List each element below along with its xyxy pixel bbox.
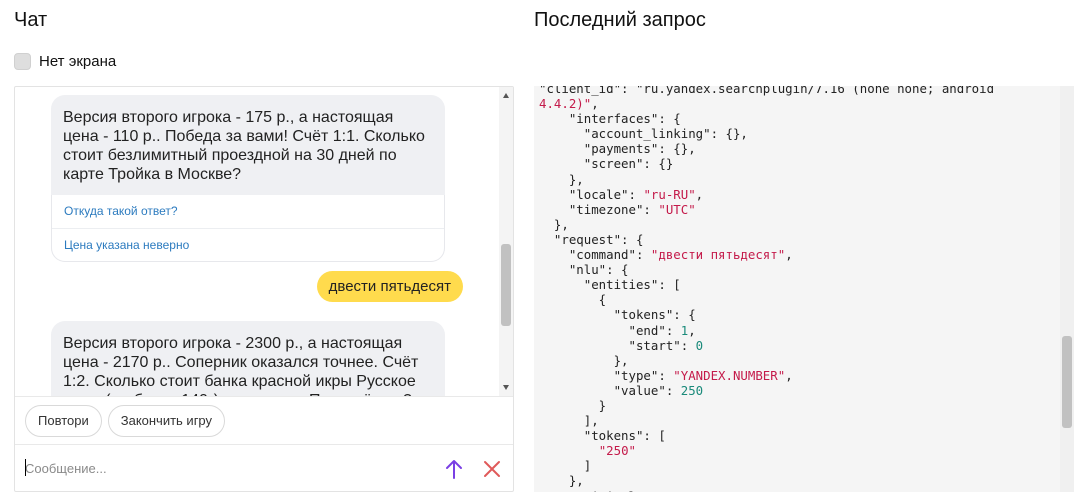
scroll-up-arrow-icon[interactable] (503, 93, 509, 98)
code-line: "payments": {}, (539, 141, 696, 157)
code-line: "250" (598, 443, 636, 459)
code-line: "client_id": "ru.yandex.searchplugin/7.1… (539, 86, 995, 96)
quick-actions: Повтори Закончить игру (15, 396, 513, 444)
code-scrollbar-thumb[interactable] (1062, 336, 1072, 428)
code-line: "nlu": { (539, 262, 629, 278)
suggestions-card: Откуда такой ответ? Цена указана неверно (51, 195, 445, 262)
code-line: "screen": {} (539, 156, 674, 172)
finish-game-button[interactable]: Закончить игру (107, 404, 226, 437)
code-line: }, (539, 171, 584, 187)
request-json-code: "client_id": "ru.yandex.searchplugin/7.1… (539, 86, 994, 492)
code-line: } (539, 397, 607, 413)
repeat-button[interactable]: Повтори (25, 404, 102, 437)
bot-message: Версия второго игрока - 2300 р., а насто… (51, 321, 445, 396)
code-line: "account_linking": {}, (539, 126, 748, 142)
suggestion-wrong-price[interactable]: Цена указана неверно (52, 228, 444, 261)
request-json-panel[interactable]: "client_id": "ru.yandex.searchplugin/7.1… (534, 86, 1074, 492)
code-line: 4.4.2)", (539, 96, 599, 112)
code-scrollbar[interactable] (1060, 86, 1074, 492)
bot-message-text: Версия второго игрока - 175 р., а настоя… (63, 109, 425, 183)
no-screen-toggle[interactable]: Нет экрана (14, 53, 116, 70)
text-caret (25, 459, 26, 476)
code-line: "value": 250 (539, 382, 704, 398)
code-line: ], (539, 413, 599, 429)
code-line: "type": "YANDEX.NUMBER", (539, 367, 793, 383)
suggestion-why-answer[interactable]: Откуда такой ответ? (52, 195, 444, 228)
user-message: двести пятьдесят (316, 271, 463, 302)
close-icon[interactable] (481, 458, 503, 480)
scroll-down-arrow-icon[interactable] (503, 385, 509, 390)
code-line: "command": "двести пятьдесят", (539, 247, 793, 263)
code-line: "tokens": { (539, 307, 696, 323)
code-line: "original_utterance": "двести пятьдесят" (539, 489, 994, 492)
arrow-up-icon[interactable] (443, 458, 465, 480)
chat-panel: Версия второго игрока - 175 р., а настоя… (14, 86, 514, 492)
code-line: ] (539, 458, 592, 474)
code-line: "interfaces": { (539, 111, 681, 127)
code-line: "locale": "ru-RU", (539, 186, 704, 202)
code-line: "tokens": [ (539, 428, 666, 444)
code-line: "start": 0 (539, 337, 704, 353)
chat-scrollbar[interactable] (499, 87, 513, 396)
no-screen-label: Нет экрана (39, 53, 117, 70)
code-line: "entities": [ (539, 277, 681, 293)
code-line: }, (539, 352, 629, 368)
code-line: "timezone": "UTC" (539, 201, 696, 217)
chat-title: Чат (14, 9, 48, 31)
code-line: "end": 1, (539, 322, 696, 338)
no-screen-checkbox[interactable] (14, 53, 31, 70)
last-request-title: Последний запрос (534, 9, 706, 31)
message-list[interactable]: Версия второго игрока - 175 р., а настоя… (15, 87, 513, 396)
bot-message: Версия второго игрока - 175 р., а настоя… (51, 95, 445, 262)
scrollbar-thumb[interactable] (501, 244, 511, 326)
bot-message-text: Версия второго игрока - 2300 р., а насто… (63, 335, 419, 396)
code-line: }, (539, 473, 584, 489)
code-line: "request": { (539, 231, 644, 247)
code-line: }, (539, 216, 569, 232)
code-line: { (539, 292, 607, 308)
message-input[interactable] (25, 460, 425, 476)
message-composer (15, 444, 513, 491)
